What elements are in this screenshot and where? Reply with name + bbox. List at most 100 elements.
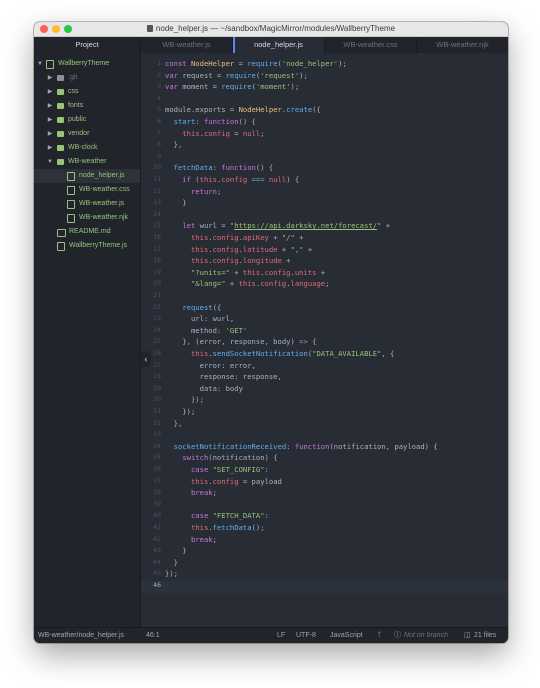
code-line[interactable]: case "FETCH_DATA":: [165, 511, 269, 520]
line-number[interactable]: 14: [141, 210, 161, 218]
code-line[interactable]: response: response,: [165, 372, 282, 381]
line-number[interactable]: 26: [141, 349, 161, 357]
line-number[interactable]: 11: [141, 175, 161, 183]
line-number[interactable]: 15: [141, 221, 161, 229]
code-line[interactable]: return;: [165, 187, 221, 196]
line-number[interactable]: 41: [141, 523, 161, 531]
code-token: this: [190, 233, 209, 242]
line-number[interactable]: 13: [141, 198, 161, 206]
code-line[interactable]: });: [165, 407, 195, 416]
code-line[interactable]: error: error,: [165, 361, 256, 370]
code-line[interactable]: this.config.apiKey + "/" +: [165, 233, 304, 242]
line-number[interactable]: 5: [141, 105, 161, 113]
line-number[interactable]: 2: [141, 71, 161, 79]
code-line[interactable]: });: [165, 569, 178, 578]
line-number[interactable]: 34: [141, 442, 161, 450]
line-number[interactable]: 44: [141, 558, 161, 566]
tab-wb-weather-css[interactable]: WB-weather.css: [325, 37, 417, 53]
code-line[interactable]: break;: [165, 488, 217, 497]
code-line[interactable]: }, (error, response, body) => {: [165, 337, 316, 346]
tab-node-helper-js[interactable]: node_helper.js: [233, 37, 325, 53]
line-number[interactable]: 22: [141, 303, 161, 311]
code-line[interactable]: start: function() {: [165, 117, 256, 126]
tree-item-node-helper-js[interactable]: node_helper.js: [34, 169, 140, 183]
line-number[interactable]: 18: [141, 256, 161, 264]
tab-wb-weather-js[interactable]: WB-weather.js: [141, 37, 233, 53]
line-number[interactable]: 27: [141, 361, 161, 369]
status-branch[interactable]: Not on branch: [404, 628, 448, 643]
code-line[interactable]: break;: [165, 535, 217, 544]
line-number[interactable]: 20: [141, 279, 161, 287]
code-line[interactable]: if (this.config === null) {: [165, 175, 299, 184]
line-number[interactable]: 1: [141, 59, 161, 67]
line-number[interactable]: 21: [141, 291, 161, 299]
code-line[interactable]: this.config = null;: [165, 129, 264, 138]
code-line[interactable]: },: [165, 140, 183, 149]
code-line[interactable]: const NodeHelper = require('node_helper'…: [165, 59, 347, 68]
line-number[interactable]: 39: [141, 500, 161, 508]
code-line[interactable]: },: [165, 419, 183, 428]
line-number[interactable]: 32: [141, 419, 161, 427]
project-panel-tab[interactable]: Project: [34, 37, 141, 53]
line-number[interactable]: 33: [141, 430, 161, 438]
line-number[interactable]: 6: [141, 117, 161, 125]
line-number[interactable]: 25: [141, 337, 161, 345]
line-number[interactable]: 28: [141, 372, 161, 380]
code-line[interactable]: url: wurl,: [165, 314, 234, 323]
line-number[interactable]: 16: [141, 233, 161, 241]
code-line[interactable]: this.config.latitude + "," +: [165, 245, 312, 254]
code-line[interactable]: this.config = payload: [165, 477, 282, 486]
code-line[interactable]: request({: [165, 303, 221, 312]
status-file-count[interactable]: 21 files: [474, 628, 496, 643]
code-line[interactable]: "&lang=" + this.config.language;: [165, 279, 330, 288]
status-grammar[interactable]: JavaScript: [330, 628, 363, 643]
code-line[interactable]: this.config.longitude +: [165, 256, 291, 265]
code-line[interactable]: switch(notification) {: [165, 453, 277, 462]
code-line[interactable]: "?units=" + this.config.units +: [165, 268, 325, 277]
code-line[interactable]: var request = require('request');: [165, 71, 308, 80]
line-number[interactable]: 3: [141, 82, 161, 90]
line-number[interactable]: 8: [141, 140, 161, 148]
line-number[interactable]: 42: [141, 535, 161, 543]
code-line[interactable]: this.fetchData();: [165, 523, 265, 532]
line-number[interactable]: 46: [141, 581, 161, 589]
line-number[interactable]: 23: [141, 314, 161, 322]
line-number[interactable]: 9: [141, 152, 161, 160]
status-encoding[interactable]: UTF-8: [296, 628, 316, 643]
code-line[interactable]: data: body: [165, 384, 243, 393]
code-line[interactable]: case "SET_CONFIG":: [165, 465, 269, 474]
line-number[interactable]: 29: [141, 384, 161, 392]
code-line[interactable]: });: [165, 395, 204, 404]
line-number[interactable]: 12: [141, 187, 161, 195]
line-number[interactable]: 30: [141, 395, 161, 403]
status-cursor-position[interactable]: 46:1: [146, 628, 160, 643]
code-line[interactable]: }: [165, 558, 178, 567]
code-line[interactable]: }: [165, 198, 186, 207]
code-line[interactable]: this.sendSocketNotification("DATA_AVAILA…: [165, 349, 394, 358]
line-number[interactable]: 38: [141, 488, 161, 496]
line-number[interactable]: 7: [141, 129, 161, 137]
code-line[interactable]: let wurl = "https://api.darksky.net/fore…: [165, 221, 390, 230]
line-number[interactable]: 43: [141, 546, 161, 554]
code-editor[interactable]: ‹ 1 const NodeHelper = require('node_help…: [141, 53, 508, 627]
status-line-ending[interactable]: LF: [277, 628, 285, 643]
line-number[interactable]: 36: [141, 465, 161, 473]
line-number[interactable]: 4: [141, 94, 161, 102]
line-number[interactable]: 35: [141, 453, 161, 461]
line-number[interactable]: 40: [141, 511, 161, 519]
code-line[interactable]: var moment = require('moment');: [165, 82, 299, 91]
code-line[interactable]: module.exports = NodeHelper.create({: [165, 105, 321, 114]
code-line[interactable]: fetchData: function() {: [165, 163, 274, 172]
code-line[interactable]: }: [165, 546, 186, 555]
line-number[interactable]: 24: [141, 326, 161, 334]
line-number[interactable]: 17: [141, 245, 161, 253]
line-number[interactable]: 37: [141, 477, 161, 485]
tab-wb-weather-njk[interactable]: WB-weather.njk: [417, 37, 508, 53]
code-line[interactable]: socketNotificationReceived: function(not…: [165, 442, 438, 451]
line-number[interactable]: 19: [141, 268, 161, 276]
status-file-path[interactable]: WB-weather/node_helper.js: [38, 628, 124, 643]
line-number[interactable]: 31: [141, 407, 161, 415]
line-number[interactable]: 45: [141, 569, 161, 577]
line-number[interactable]: 10: [141, 163, 161, 171]
code-line[interactable]: method: 'GET': [165, 326, 247, 335]
